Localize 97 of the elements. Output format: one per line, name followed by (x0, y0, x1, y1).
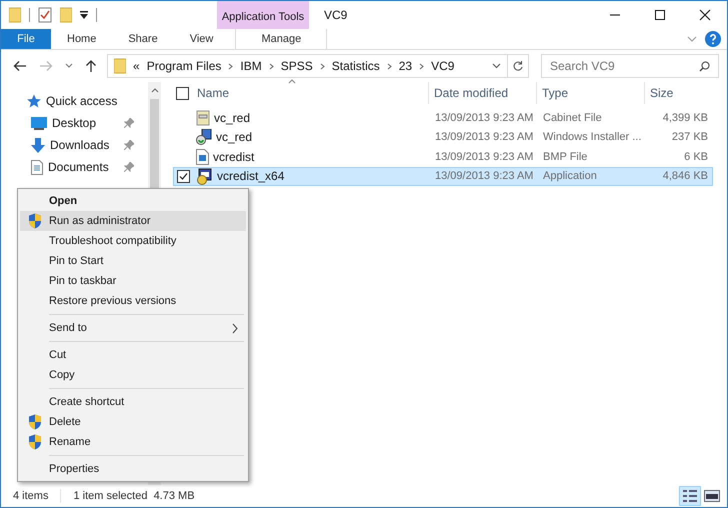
pin-icon[interactable] (124, 140, 134, 150)
chevron-right-icon[interactable] (386, 62, 392, 70)
table-cell-text: 237 KB (670, 131, 709, 144)
menu-item[interactable]: Troubleshoot compatibility (20, 231, 246, 251)
table-cell-text: 6 KB (683, 150, 709, 163)
folder-icon (114, 58, 126, 74)
checkbox-icon[interactable] (177, 170, 190, 183)
selection-info: 1 item selected 4.73 MB (73, 490, 195, 502)
menu-item[interactable]: Create shortcut (20, 392, 246, 412)
table-cell-text: Windows Installer ... (542, 131, 642, 144)
nav-item[interactable]: Documents (1, 156, 148, 178)
table-cell-text: 13/09/2013 9:23 AM (434, 170, 534, 182)
pin-icon[interactable] (124, 162, 134, 172)
shield-icon (28, 213, 42, 229)
menu-item[interactable]: Send to (20, 318, 246, 338)
properties-icon[interactable] (38, 7, 52, 23)
menu-item[interactable]: Cut (20, 345, 246, 365)
ribbon-tab[interactable]: View (174, 29, 230, 49)
menu-item[interactable]: Properties (20, 459, 246, 479)
file-row[interactable]: vc_red 13/09/2013 9:23 AM Cabinet File 4,399 KB (173, 108, 713, 128)
monitor-icon (31, 116, 47, 130)
cabinet-file-icon (196, 110, 210, 126)
breadcrumb-segment[interactable]: VC9 (431, 59, 454, 73)
sort-caret-icon (288, 79, 296, 84)
column-header[interactable]: Name (192, 82, 429, 104)
application-icon (196, 168, 213, 185)
breadcrumb-segment[interactable]: 23 (398, 59, 412, 73)
up-arrow-icon[interactable] (85, 59, 97, 73)
breadcrumb-segment[interactable]: SPSS (280, 59, 313, 73)
table-cell-text: 4,399 KB (662, 112, 709, 124)
menu-item[interactable]: Pin to taskbar (20, 271, 246, 291)
search-icon (699, 61, 710, 72)
nav-item[interactable]: Quick access (1, 90, 148, 112)
menu-item[interactable]: Restore previous versions (20, 291, 246, 311)
menu-item[interactable]: Open (20, 191, 246, 211)
menu-item[interactable]: Pin to Start (20, 251, 246, 271)
file-row[interactable]: vcredist_x64 13/09/2013 9:23 AM Application 4,846 KB (173, 166, 713, 186)
pin-icon[interactable] (124, 118, 134, 128)
details-view-button[interactable] (679, 486, 701, 506)
table-cell-text: BMP File (542, 150, 588, 163)
help-icon[interactable] (705, 31, 721, 47)
file-name: vc_red (214, 110, 250, 125)
nav-item[interactable]: Desktop (1, 112, 148, 134)
ribbon-tab[interactable]: Home (51, 29, 112, 49)
chevron-icon[interactable] (687, 35, 697, 43)
maximize-icon[interactable] (654, 9, 666, 21)
document-icon (31, 160, 43, 174)
ribbon-tab[interactable]: Manage (235, 29, 328, 49)
back-arrow-icon[interactable] (13, 60, 27, 72)
chevron-right-icon[interactable] (320, 62, 325, 70)
image-file-icon (196, 148, 209, 165)
file-row[interactable]: vcredist 13/09/2013 9:23 AM BMP File 6 KB (173, 147, 713, 166)
close-icon[interactable] (699, 9, 711, 21)
breadcrumb-overflow[interactable]: « (133, 59, 140, 73)
column-header[interactable]: Size (645, 82, 711, 104)
customize-icon[interactable] (80, 10, 88, 20)
address-bar[interactable]: « Program Files IBM SPSS Statistics 23 VC9 (107, 54, 508, 78)
refresh-button[interactable] (507, 54, 529, 78)
star-icon (27, 94, 41, 108)
breadcrumb-segment[interactable]: Program Files (146, 59, 222, 73)
recent-chevron-icon[interactable] (65, 63, 73, 69)
scroll-up-icon[interactable] (150, 88, 158, 93)
tab-group-header: Application Tools (217, 1, 309, 29)
table-cell-text: Cabinet File (542, 112, 603, 124)
shield-icon (28, 414, 42, 430)
file-row[interactable]: vc_red 13/09/2013 9:23 AM Windows Installer ... 237 KB (173, 128, 713, 147)
refresh-icon (512, 60, 524, 72)
column-header[interactable]: Type (537, 82, 645, 104)
menu-item[interactable]: Copy (20, 365, 246, 385)
table-cell-text: 4,846 KB (662, 170, 709, 182)
table-cell-text: 13/09/2013 9:23 AM (434, 150, 534, 163)
file-name: vc_red (216, 130, 252, 144)
table-cell-text: 13/09/2013 9:23 AM (434, 112, 534, 124)
chevron-right-icon[interactable] (268, 62, 274, 70)
menu-item[interactable]: Rename (20, 432, 246, 452)
ribbon-tab[interactable]: Share (112, 29, 174, 49)
nav-item[interactable]: Downloads (1, 134, 148, 156)
chevron-right-icon[interactable] (419, 62, 424, 70)
window-title: VC9 (324, 8, 348, 22)
file-name: vcredist (213, 150, 254, 164)
breadcrumb-segment[interactable]: Statistics (332, 59, 380, 73)
table-cell-text: 13/09/2013 9:23 AM (434, 131, 534, 144)
down-arrow-icon (31, 138, 45, 152)
menu-item[interactable]: Run as administrator (20, 211, 246, 231)
ribbon-tab[interactable]: File (1, 29, 51, 49)
search-field[interactable]: Search VC9 (541, 54, 719, 78)
file-name: vcredist_x64 (217, 169, 284, 184)
installer-icon (196, 128, 212, 146)
breadcrumb-segment[interactable]: IBM (240, 59, 262, 73)
column-header[interactable]: Date modified (429, 82, 537, 104)
table-cell-text: Application (542, 170, 598, 182)
shield-icon (28, 434, 42, 450)
chevron-right-icon[interactable] (228, 62, 234, 70)
dropdown-chevron-icon[interactable] (492, 63, 501, 69)
menu-item[interactable]: Delete (20, 412, 246, 432)
select-all-checkbox[interactable] (176, 86, 189, 100)
item-count: 4 items (13, 490, 48, 502)
